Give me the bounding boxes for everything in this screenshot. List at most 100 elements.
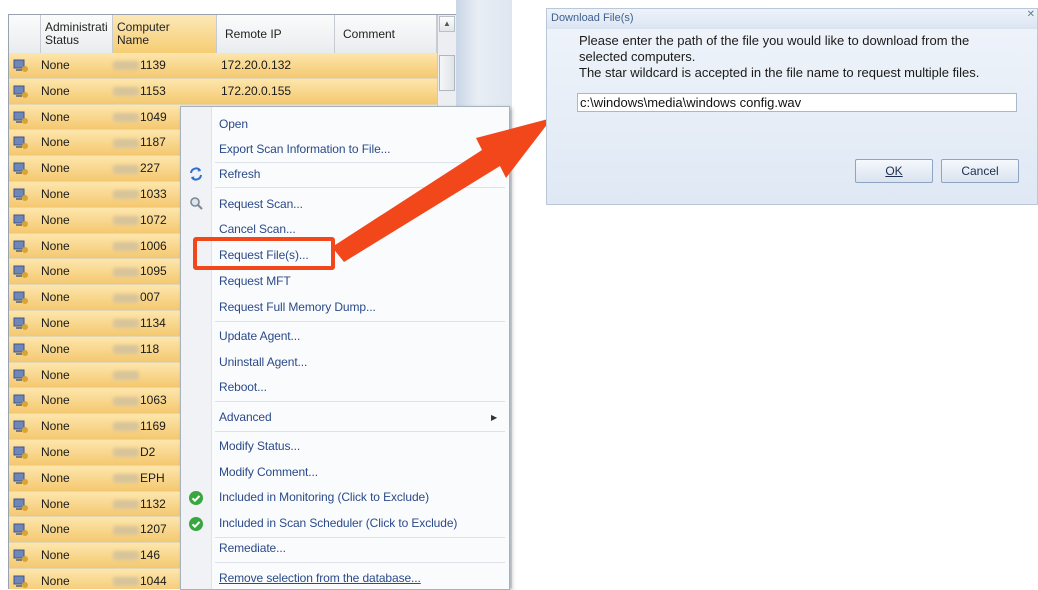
header-remote-ip[interactable]: Remote IP <box>217 15 335 53</box>
admin-status-cell: None <box>41 444 70 459</box>
computer-name-cell: 1169 <box>113 414 179 439</box>
computer-name-text: 1063 <box>140 393 167 408</box>
redacted-mask <box>113 370 139 380</box>
table-row[interactable]: None 1139 172.20.0.132 <box>9 53 437 79</box>
computer-agent-icon <box>13 317 28 330</box>
admin-status-cell: None <box>41 315 70 330</box>
redacted-mask <box>113 577 139 587</box>
menu-item-refresh[interactable]: Refresh <box>219 167 260 181</box>
ok-button[interactable]: OK <box>855 159 933 183</box>
computer-name-cell: EPH <box>113 466 179 491</box>
computer-agent-icon <box>13 240 28 253</box>
menu-item-update-agent[interactable]: Update Agent... <box>219 329 300 343</box>
admin-status-cell: None <box>41 186 70 201</box>
redacted-mask <box>113 474 139 484</box>
dialog-title: Download File(s) <box>547 9 1037 29</box>
computer-name-text: 1072 <box>140 212 167 227</box>
computer-agent-icon <box>13 343 28 356</box>
computer-name-text: 1207 <box>140 522 167 537</box>
computer-name-cell: 1207 <box>113 517 179 542</box>
header-admin-status[interactable]: Administrati Status <box>41 15 113 53</box>
redacted-mask <box>113 448 139 458</box>
grid-header: Administrati Status Computer Name Remote… <box>9 15 437 54</box>
computer-name-cell: 1187 <box>113 130 179 155</box>
icon-column-header[interactable] <box>9 15 41 53</box>
computer-name-text: 007 <box>140 290 161 305</box>
menu-item-uninstall-agent[interactable]: Uninstall Agent... <box>219 355 307 369</box>
computer-agent-icon <box>13 265 28 279</box>
menu-item-included-scheduler[interactable]: Included in Scan Scheduler (Click to Exc… <box>219 516 457 530</box>
computer-agent-icon <box>13 188 28 201</box>
redacted-mask <box>113 87 139 97</box>
admin-status-cell: None <box>41 264 70 279</box>
computer-name-cell: 1033 <box>113 182 179 207</box>
scroll-up-icon[interactable]: ▲ <box>439 16 455 32</box>
file-path-input[interactable] <box>577 93 1017 112</box>
menu-item-modify-status[interactable]: Modify Status... <box>219 439 300 453</box>
admin-status-cell: None <box>41 470 70 485</box>
download-files-dialog: Download File(s) ✕ Please enter the path… <box>546 8 1038 205</box>
computer-name-text: 1033 <box>140 186 167 201</box>
computer-agent-icon <box>13 420 28 434</box>
computer-name-text: 1169 <box>140 419 166 434</box>
menu-separator <box>215 537 505 538</box>
header-comment[interactable]: Comment <box>335 15 437 53</box>
menu-item-cancel-scan[interactable]: Cancel Scan... <box>219 222 296 236</box>
menu-separator <box>215 162 505 163</box>
redacted-mask <box>113 499 139 509</box>
menu-item-request-mft[interactable]: Request MFT <box>219 274 291 288</box>
computer-name-cell: 1063 <box>113 388 179 413</box>
computer-agent-icon <box>13 549 28 563</box>
dialog-message: Please enter the path of the file you wo… <box>579 33 1029 81</box>
computer-name-cell: D2 <box>113 440 179 465</box>
redacted-mask <box>113 293 139 303</box>
computer-agent-icon <box>13 472 28 485</box>
computer-name-text: 146 <box>140 548 161 563</box>
computer-name-cell: 1139 <box>113 53 179 78</box>
ok-button-label: OK <box>885 164 903 178</box>
menu-item-remove-selection[interactable]: Remove selection from the database... <box>219 571 421 585</box>
menu-item-remediate[interactable]: Remediate... <box>219 541 286 555</box>
computer-name-text: 227 <box>140 161 161 176</box>
computer-agent-icon <box>13 446 28 459</box>
redacted-mask <box>113 396 139 406</box>
menu-item-open[interactable]: Open <box>219 117 248 131</box>
menu-item-export[interactable]: Export Scan Information to File... <box>219 142 390 156</box>
cancel-button[interactable]: Cancel <box>941 159 1019 183</box>
context-menu: Open Export Scan Information to File... … <box>180 106 510 590</box>
menu-separator <box>215 562 505 563</box>
redacted-mask <box>113 138 139 148</box>
computer-agent-icon <box>13 291 28 305</box>
computer-name-text: 1044 <box>140 573 167 588</box>
check-icon <box>189 491 203 505</box>
menu-item-advanced[interactable]: Advanced <box>219 410 272 424</box>
table-row[interactable]: None 1153 172.20.0.155 <box>9 78 437 105</box>
admin-status-cell: None <box>41 238 70 253</box>
computer-name-cell: 1044 <box>113 569 179 589</box>
header-computer-name[interactable]: Computer Name <box>113 15 217 53</box>
menu-item-modify-comment[interactable]: Modify Comment... <box>219 465 318 479</box>
computer-agent-icon <box>13 136 28 150</box>
computer-name-text: D2 <box>140 444 156 459</box>
admin-status-cell: None <box>41 419 70 434</box>
scrollbar-thumb[interactable] <box>439 55 455 91</box>
redacted-mask <box>113 216 139 226</box>
computer-agent-icon <box>13 575 28 588</box>
menu-item-included-monitoring[interactable]: Included in Monitoring (Click to Exclude… <box>219 490 429 504</box>
admin-status-cell: None <box>41 290 70 305</box>
computer-name-text: 1134 <box>140 315 166 330</box>
close-icon[interactable]: ✕ <box>1027 9 1035 20</box>
computer-name-cell: 1049 <box>113 105 179 130</box>
redacted-mask <box>113 112 139 122</box>
computer-name-text: 1049 <box>140 109 167 124</box>
dialog-body: Please enter the path of the file you wo… <box>547 29 1037 204</box>
menu-item-reboot[interactable]: Reboot... <box>219 380 267 394</box>
computer-name-text: 1153 <box>140 83 166 98</box>
dialog-message-line: selected computers. <box>579 49 696 64</box>
admin-status-cell: None <box>41 393 70 408</box>
menu-item-request-memory-dump[interactable]: Request Full Memory Dump... <box>219 300 376 314</box>
computer-agent-icon <box>13 111 28 124</box>
menu-item-request-scan[interactable]: Request Scan... <box>219 197 303 211</box>
redacted-mask <box>113 190 139 200</box>
admin-status-cell: None <box>41 58 70 72</box>
